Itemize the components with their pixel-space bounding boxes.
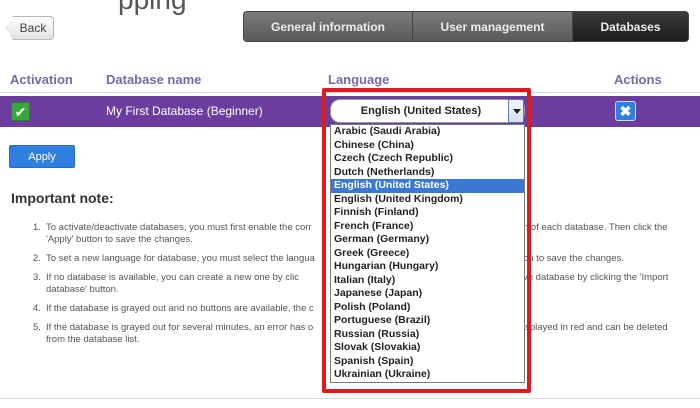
note-text-left: If the database is grayed out for severa… [46, 322, 314, 333]
close-icon: ✖ [619, 103, 632, 119]
back-button[interactable]: Back [6, 16, 54, 40]
language-option[interactable]: Dutch (Netherlands) [331, 166, 524, 180]
language-option[interactable]: French (France) [331, 220, 524, 234]
language-option[interactable]: Greek (Greece) [331, 247, 524, 261]
delete-database-button[interactable]: ✖ [615, 101, 636, 121]
tab-user-management[interactable]: User management [413, 11, 573, 42]
note-text-left: If the database is grayed out and no but… [46, 303, 314, 314]
language-option[interactable]: Czech (Czech Republic) [331, 152, 524, 166]
language-option[interactable]: Polish (Poland) [331, 301, 524, 315]
language-dropdown-list: Arabic (Saudi Arabia) Chinese (China) Cz… [330, 124, 525, 383]
dropdown-toggle[interactable] [508, 99, 524, 123]
note-number: 1. [33, 222, 41, 233]
apply-button-label: Apply [28, 150, 56, 163]
note-text-left: To set a new language for database, you … [46, 253, 315, 264]
language-option[interactable]: English (United Kingdom) [331, 193, 524, 207]
database-name: My First Database (Beginner) [106, 104, 263, 118]
note-text-right: vn database by clicking the 'Import [523, 272, 669, 283]
column-header-language: Language [328, 72, 390, 87]
language-option[interactable]: Spanish (Spain) [331, 355, 524, 369]
column-header-database-name: Database name [106, 72, 202, 87]
back-button-label: Back [19, 21, 47, 35]
apply-button[interactable]: Apply [9, 145, 75, 168]
language-select-value: English (United States) [360, 105, 482, 117]
note-text-left: To activate/deactivate databases, you mu… [46, 222, 312, 233]
column-header-activation: Activation [10, 72, 73, 87]
important-note-title: Important note: [11, 190, 114, 206]
page-title: pping [118, 0, 187, 16]
tab-general-information[interactable]: General information [243, 11, 413, 42]
note-number: 3. [33, 272, 41, 283]
note-number: 5. [33, 322, 41, 333]
language-option[interactable]: Hungarian (Hungary) [331, 260, 524, 274]
chevron-down-icon [513, 109, 521, 114]
tab-databases[interactable]: Databases [573, 11, 689, 42]
note-number: 2. [33, 253, 41, 264]
language-option[interactable]: Russian (Russia) [331, 328, 524, 342]
footer-divider [0, 398, 700, 399]
activation-checkbox[interactable]: ✔ [11, 102, 30, 121]
note-text-right: n of each database. Then click the [523, 222, 668, 233]
note-number: 4. [33, 303, 41, 314]
language-option[interactable]: Portuguese (Brazil) [331, 314, 524, 328]
note-text-left: If no database is available, you can cre… [46, 272, 299, 283]
language-option-selected[interactable]: English (United States) [331, 179, 524, 193]
language-option[interactable]: Ukrainian (Ukraine) [331, 368, 524, 382]
column-header-actions: Actions [614, 72, 662, 87]
language-option[interactable]: German (Germany) [331, 233, 524, 247]
language-select[interactable]: English (United States) [330, 99, 525, 123]
note-text-right: isplayed in red and can be deleted [523, 322, 668, 333]
language-option[interactable]: Finnish (Finland) [331, 206, 524, 220]
language-option[interactable]: Chinese (China) [331, 139, 524, 153]
language-option[interactable]: Japanese (Japan) [331, 287, 524, 301]
language-option[interactable]: Arabic (Saudi Arabia) [331, 125, 524, 139]
checkmark-icon: ✔ [14, 104, 27, 120]
tab-bar: General information User management Data… [243, 11, 689, 42]
note-text-right: on to save the changes. [523, 253, 624, 264]
language-option[interactable]: Slovak (Slovakia) [331, 341, 524, 355]
language-option[interactable]: Italian (Italy) [331, 274, 524, 288]
